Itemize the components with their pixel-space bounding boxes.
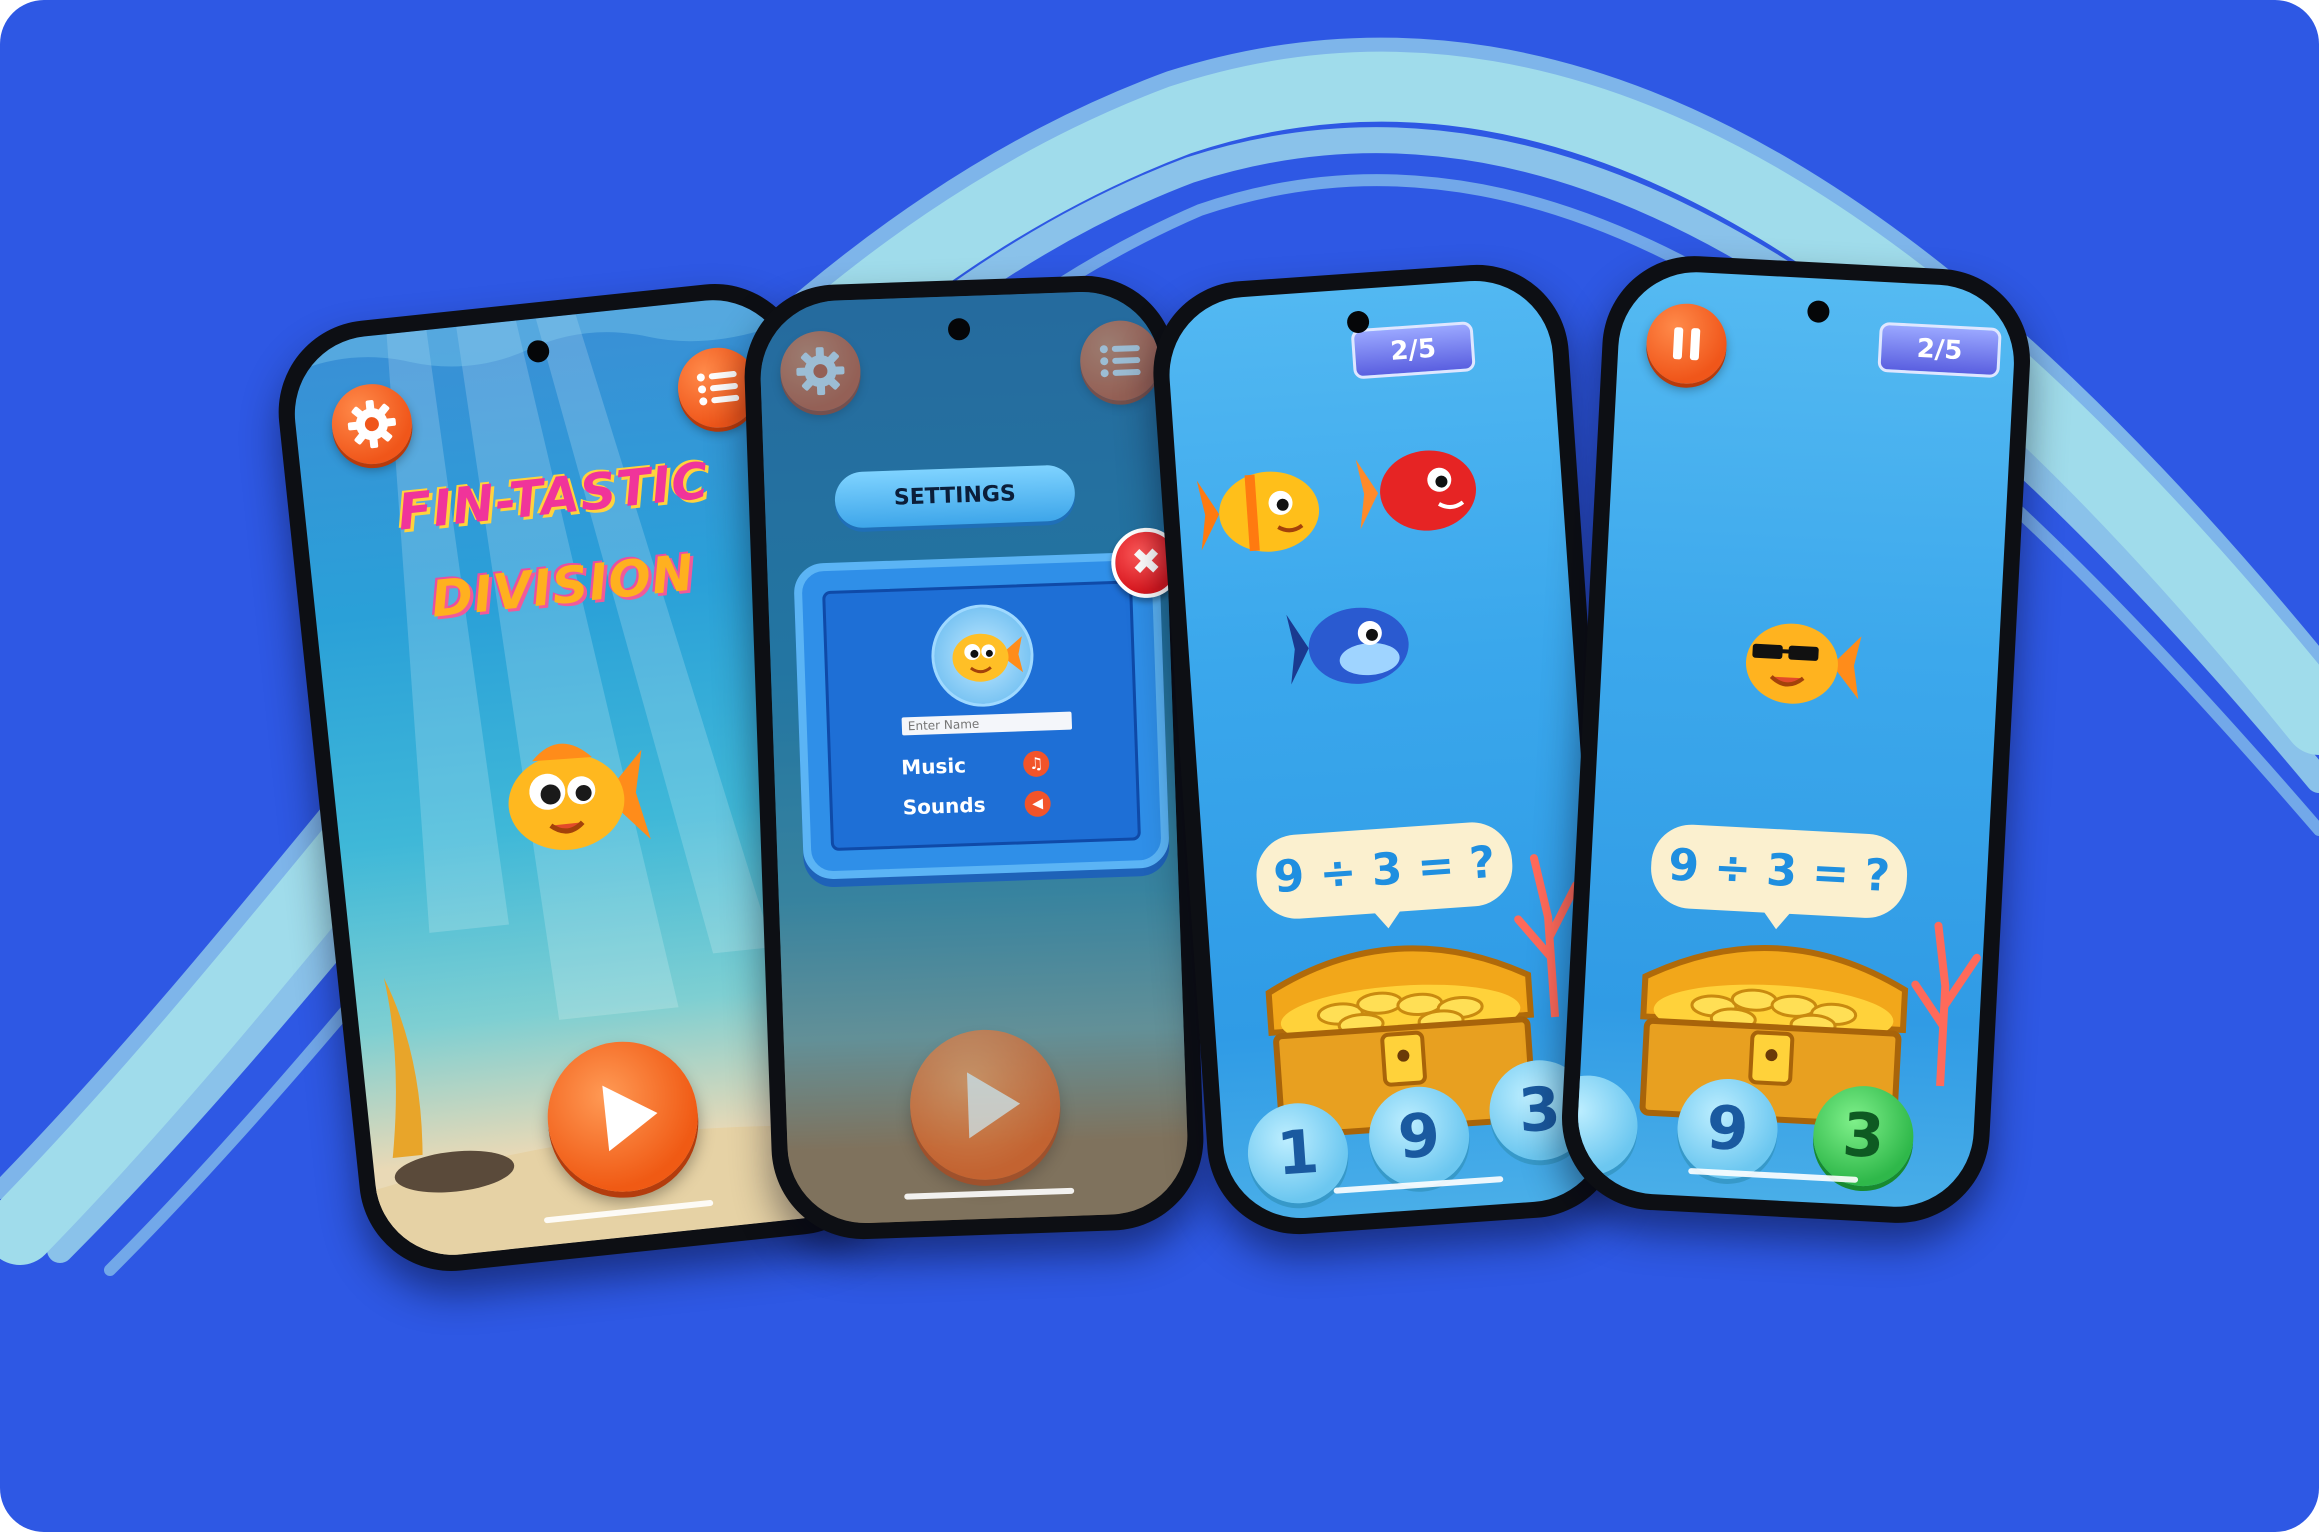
gear-icon	[347, 400, 396, 449]
fish-avatar-icon	[952, 633, 1024, 682]
question-screen: 2/5 9 ÷ 3 = ? 1 9 3	[1164, 275, 1612, 1224]
sounds-label: Sounds	[902, 792, 986, 820]
red-fish-character	[1355, 450, 1477, 531]
question-bubble: 9 ÷ 3 = ?	[1649, 822, 1910, 920]
phone-settings-screen: SETTINGS Musi	[741, 272, 1207, 1243]
result-screen: 2/5 9 ÷ 3 = ? 9 3	[1574, 268, 2018, 1211]
music-label: Music	[900, 753, 967, 780]
sounds-toggle[interactable]: ◀	[1024, 790, 1052, 818]
phone-result-screen: 2/5 9 ÷ 3 = ? 9 3	[1557, 251, 2035, 1228]
phone-question-screen: 2/5 9 ÷ 3 = ? 1 9 3	[1147, 258, 1629, 1241]
menu-button-dimmed	[1078, 319, 1162, 403]
score-badge: 2/5	[1350, 321, 1476, 380]
settings-panel-inner: Music ♫ Sounds ◀	[822, 580, 1141, 852]
settings-button-dimmed	[779, 329, 862, 413]
name-input[interactable]	[901, 711, 1073, 736]
sounds-row: Sounds ◀	[902, 785, 1083, 825]
settings-panel: Music ♫ Sounds ◀	[793, 551, 1170, 881]
coral-decoration	[1911, 921, 1981, 1089]
music-toggle[interactable]: ♫	[1022, 750, 1050, 778]
list-icon	[1099, 345, 1141, 378]
presentation-canvas: FIN-TASTIC DIVISION SETTINGS Enter Name …	[0, 0, 2319, 1532]
pause-button[interactable]	[1644, 301, 1729, 386]
pause-icon	[1672, 327, 1701, 361]
music-row: Music ♫	[901, 745, 1082, 785]
goldfish-sunglasses-character	[1745, 623, 1862, 704]
front-camera	[1806, 300, 1830, 324]
close-icon: ✖	[1130, 541, 1163, 584]
clownfish-character	[1196, 471, 1320, 552]
blue-fish-character	[1286, 607, 1409, 685]
avatar	[929, 602, 1036, 709]
settings-button[interactable]	[327, 380, 416, 469]
settings-screen: SETTINGS Musi	[758, 289, 1190, 1226]
music-note-icon: ♫	[1028, 753, 1044, 774]
speaker-icon: ◀	[1031, 795, 1044, 812]
question-bubble: 9 ÷ 3 = ?	[1253, 819, 1516, 922]
gear-icon	[796, 347, 845, 396]
settings-header-label: SETTINGS	[893, 481, 1017, 511]
score-badge: 2/5	[1877, 321, 2002, 379]
settings-header: SETTINGS	[833, 464, 1076, 529]
